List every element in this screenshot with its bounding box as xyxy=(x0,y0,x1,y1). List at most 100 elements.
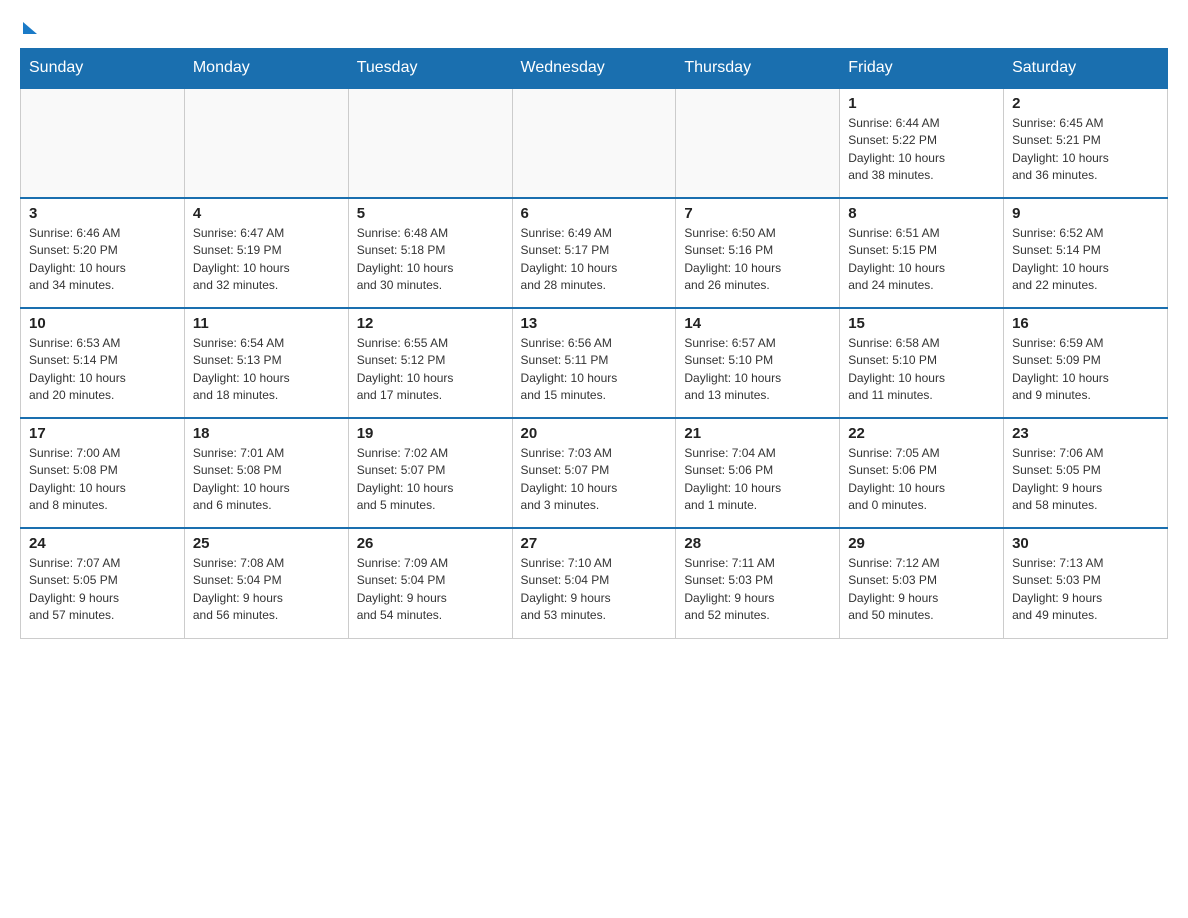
day-info: Sunrise: 7:07 AMSunset: 5:05 PMDaylight:… xyxy=(29,555,176,625)
weekday-header-wednesday: Wednesday xyxy=(512,49,676,89)
calendar-cell: 6 Sunrise: 6:49 AMSunset: 5:17 PMDaylight… xyxy=(512,198,676,308)
day-number: 18 xyxy=(193,425,340,442)
weekday-header-monday: Monday xyxy=(184,49,348,89)
day-info: Sunrise: 6:46 AMSunset: 5:20 PMDaylight:… xyxy=(29,225,176,295)
calendar-cell: 1Sunrise: 6:44 AMSunset: 5:22 PMDaylight… xyxy=(840,88,1004,198)
calendar-cell xyxy=(512,88,676,198)
weekday-header-friday: Friday xyxy=(840,49,1004,89)
weekday-header-sunday: Sunday xyxy=(21,49,185,89)
day-number: 12 xyxy=(357,315,504,332)
day-number: 27 xyxy=(521,535,668,552)
week-row-4: 17 Sunrise: 7:00 AMSunset: 5:08 PMDayligh… xyxy=(21,418,1168,528)
calendar-cell: 19 Sunrise: 7:02 AMSunset: 5:07 PMDayligh… xyxy=(348,418,512,528)
calendar-cell: 11 Sunrise: 6:54 AMSunset: 5:13 PMDayligh… xyxy=(184,308,348,418)
day-number: 9 xyxy=(1012,205,1159,222)
day-info: Sunrise: 6:48 AMSunset: 5:18 PMDaylight:… xyxy=(357,225,504,295)
day-number: 2 xyxy=(1012,95,1159,112)
week-row-2: 3 Sunrise: 6:46 AMSunset: 5:20 PMDaylight… xyxy=(21,198,1168,308)
calendar-cell: 3 Sunrise: 6:46 AMSunset: 5:20 PMDaylight… xyxy=(21,198,185,308)
calendar-cell: 20 Sunrise: 7:03 AMSunset: 5:07 PMDayligh… xyxy=(512,418,676,528)
logo xyxy=(20,20,37,32)
weekday-header-thursday: Thursday xyxy=(676,49,840,89)
day-number: 4 xyxy=(193,205,340,222)
calendar-table: SundayMondayTuesdayWednesdayThursdayFrid… xyxy=(20,48,1168,639)
day-info: Sunrise: 7:08 AMSunset: 5:04 PMDaylight:… xyxy=(193,555,340,625)
day-info: Sunrise: 6:44 AMSunset: 5:22 PMDaylight:… xyxy=(848,115,995,185)
day-number: 29 xyxy=(848,535,995,552)
week-row-3: 10 Sunrise: 6:53 AMSunset: 5:14 PMDayligh… xyxy=(21,308,1168,418)
day-info: Sunrise: 6:54 AMSunset: 5:13 PMDaylight:… xyxy=(193,335,340,405)
day-number: 10 xyxy=(29,315,176,332)
day-number: 16 xyxy=(1012,315,1159,332)
day-number: 19 xyxy=(357,425,504,442)
day-info: Sunrise: 7:12 AMSunset: 5:03 PMDaylight:… xyxy=(848,555,995,625)
day-info: Sunrise: 7:00 AMSunset: 5:08 PMDaylight:… xyxy=(29,445,176,515)
day-number: 21 xyxy=(684,425,831,442)
weekday-header-tuesday: Tuesday xyxy=(348,49,512,89)
day-number: 25 xyxy=(193,535,340,552)
day-info: Sunrise: 7:06 AMSunset: 5:05 PMDaylight:… xyxy=(1012,445,1159,515)
calendar-cell: 15Sunrise: 6:58 AMSunset: 5:10 PMDayligh… xyxy=(840,308,1004,418)
day-number: 13 xyxy=(521,315,668,332)
day-number: 5 xyxy=(357,205,504,222)
day-info: Sunrise: 7:02 AMSunset: 5:07 PMDaylight:… xyxy=(357,445,504,515)
day-info: Sunrise: 7:03 AMSunset: 5:07 PMDaylight:… xyxy=(521,445,668,515)
day-number: 17 xyxy=(29,425,176,442)
day-number: 8 xyxy=(848,205,995,222)
day-info: Sunrise: 6:55 AMSunset: 5:12 PMDaylight:… xyxy=(357,335,504,405)
day-number: 26 xyxy=(357,535,504,552)
day-number: 6 xyxy=(521,205,668,222)
day-number: 24 xyxy=(29,535,176,552)
calendar-cell: 8 Sunrise: 6:51 AMSunset: 5:15 PMDaylight… xyxy=(840,198,1004,308)
day-info: Sunrise: 7:10 AMSunset: 5:04 PMDaylight:… xyxy=(521,555,668,625)
day-info: Sunrise: 7:11 AMSunset: 5:03 PMDaylight:… xyxy=(684,555,831,625)
calendar-cell: 27 Sunrise: 7:10 AMSunset: 5:04 PMDayligh… xyxy=(512,528,676,638)
day-info: Sunrise: 7:04 AMSunset: 5:06 PMDaylight:… xyxy=(684,445,831,515)
day-info: Sunrise: 6:56 AMSunset: 5:11 PMDaylight:… xyxy=(521,335,668,405)
day-number: 20 xyxy=(521,425,668,442)
calendar-cell: 14Sunrise: 6:57 AMSunset: 5:10 PMDayligh… xyxy=(676,308,840,418)
day-info: Sunrise: 6:50 AMSunset: 5:16 PMDaylight:… xyxy=(684,225,831,295)
calendar-cell: 7Sunrise: 6:50 AMSunset: 5:16 PMDaylight… xyxy=(676,198,840,308)
calendar-cell: 16 Sunrise: 6:59 AMSunset: 5:09 PMDayligh… xyxy=(1004,308,1168,418)
day-info: Sunrise: 6:47 AMSunset: 5:19 PMDaylight:… xyxy=(193,225,340,295)
day-info: Sunrise: 6:58 AMSunset: 5:10 PMDaylight:… xyxy=(848,335,995,405)
calendar-cell: 26 Sunrise: 7:09 AMSunset: 5:04 PMDayligh… xyxy=(348,528,512,638)
day-number: 22 xyxy=(848,425,995,442)
calendar-cell: 28Sunrise: 7:11 AMSunset: 5:03 PMDayligh… xyxy=(676,528,840,638)
calendar-cell xyxy=(676,88,840,198)
calendar-cell: 23 Sunrise: 7:06 AMSunset: 5:05 PMDayligh… xyxy=(1004,418,1168,528)
week-row-5: 24 Sunrise: 7:07 AMSunset: 5:05 PMDayligh… xyxy=(21,528,1168,638)
calendar-cell: 17 Sunrise: 7:00 AMSunset: 5:08 PMDayligh… xyxy=(21,418,185,528)
calendar-cell: 12 Sunrise: 6:55 AMSunset: 5:12 PMDayligh… xyxy=(348,308,512,418)
day-info: Sunrise: 6:53 AMSunset: 5:14 PMDaylight:… xyxy=(29,335,176,405)
calendar-header-row: SundayMondayTuesdayWednesdayThursdayFrid… xyxy=(21,49,1168,89)
day-number: 23 xyxy=(1012,425,1159,442)
calendar-cell: 18 Sunrise: 7:01 AMSunset: 5:08 PMDayligh… xyxy=(184,418,348,528)
calendar-cell xyxy=(184,88,348,198)
day-number: 11 xyxy=(193,315,340,332)
day-number: 14 xyxy=(684,315,831,332)
day-info: Sunrise: 6:59 AMSunset: 5:09 PMDaylight:… xyxy=(1012,335,1159,405)
day-info: Sunrise: 6:51 AMSunset: 5:15 PMDaylight:… xyxy=(848,225,995,295)
calendar-cell: 9Sunrise: 6:52 AMSunset: 5:14 PMDaylight… xyxy=(1004,198,1168,308)
calendar-cell xyxy=(348,88,512,198)
calendar-cell: 5 Sunrise: 6:48 AMSunset: 5:18 PMDaylight… xyxy=(348,198,512,308)
calendar-cell: 29 Sunrise: 7:12 AMSunset: 5:03 PMDayligh… xyxy=(840,528,1004,638)
day-info: Sunrise: 7:01 AMSunset: 5:08 PMDaylight:… xyxy=(193,445,340,515)
logo-arrow-icon xyxy=(23,22,37,34)
day-info: Sunrise: 7:05 AMSunset: 5:06 PMDaylight:… xyxy=(848,445,995,515)
page-header xyxy=(20,20,1168,32)
calendar-cell: 21 Sunrise: 7:04 AMSunset: 5:06 PMDayligh… xyxy=(676,418,840,528)
week-row-1: 1Sunrise: 6:44 AMSunset: 5:22 PMDaylight… xyxy=(21,88,1168,198)
day-info: Sunrise: 7:13 AMSunset: 5:03 PMDaylight:… xyxy=(1012,555,1159,625)
day-info: Sunrise: 6:49 AMSunset: 5:17 PMDaylight:… xyxy=(521,225,668,295)
calendar-cell: 4 Sunrise: 6:47 AMSunset: 5:19 PMDaylight… xyxy=(184,198,348,308)
calendar-cell: 13 Sunrise: 6:56 AMSunset: 5:11 PMDayligh… xyxy=(512,308,676,418)
day-number: 30 xyxy=(1012,535,1159,552)
calendar-cell: 24 Sunrise: 7:07 AMSunset: 5:05 PMDayligh… xyxy=(21,528,185,638)
day-info: Sunrise: 6:45 AMSunset: 5:21 PMDaylight:… xyxy=(1012,115,1159,185)
calendar-cell: 2 Sunrise: 6:45 AMSunset: 5:21 PMDaylight… xyxy=(1004,88,1168,198)
day-number: 3 xyxy=(29,205,176,222)
day-info: Sunrise: 7:09 AMSunset: 5:04 PMDaylight:… xyxy=(357,555,504,625)
